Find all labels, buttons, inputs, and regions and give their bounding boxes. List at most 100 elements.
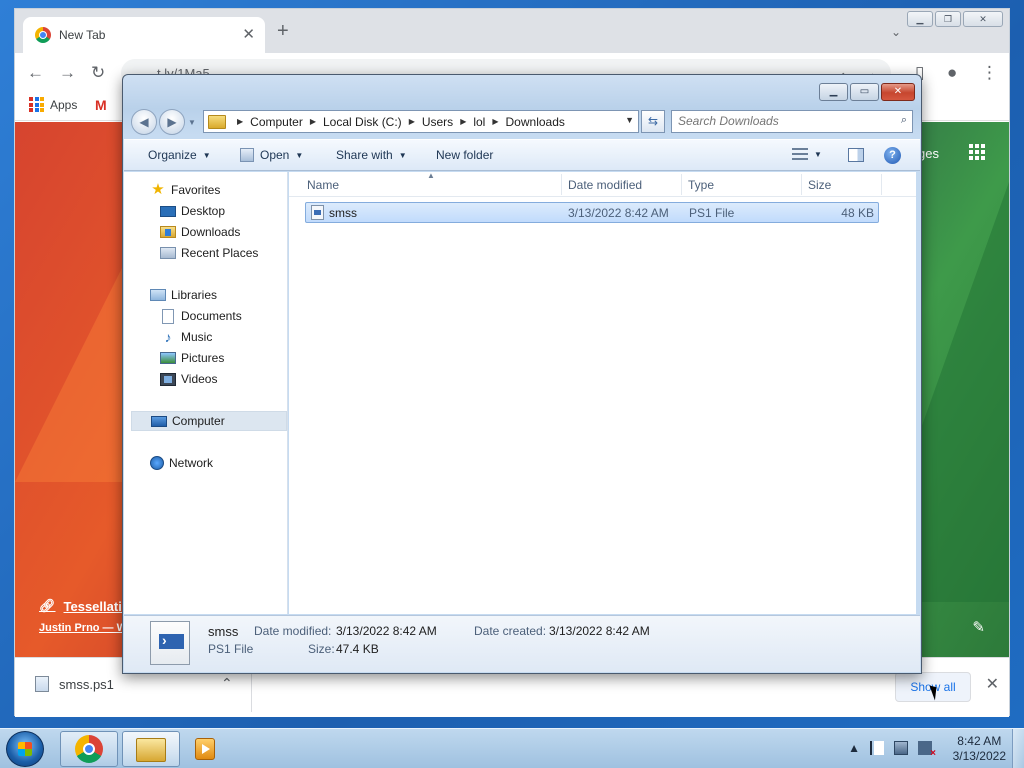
- nav-libraries[interactable]: Libraries: [124, 285, 288, 305]
- breadcrumb-computer[interactable]: Computer: [250, 115, 303, 129]
- close-button[interactable]: ✕: [881, 83, 915, 101]
- file-type: PS1 File: [689, 206, 735, 220]
- profile-avatar-icon[interactable]: ●: [947, 63, 957, 83]
- nav-videos[interactable]: Videos: [124, 369, 288, 389]
- pictures-icon: [160, 352, 176, 364]
- share-with-button[interactable]: Share with ▼: [336, 148, 407, 162]
- breadcrumb-separator-icon[interactable]: ▶: [310, 117, 316, 126]
- nav-pictures[interactable]: Pictures: [124, 348, 288, 368]
- search-input[interactable]: [678, 114, 878, 128]
- show-hidden-icons-chevron-icon[interactable]: ▲: [848, 741, 860, 755]
- menu-kebab-icon[interactable]: ⋮: [981, 63, 998, 83]
- maximize-button[interactable]: ▭: [850, 83, 879, 101]
- tab-title: New Tab: [59, 28, 106, 42]
- nav-recent-places-label: Recent Places: [181, 246, 259, 260]
- nav-network-label: Network: [169, 456, 214, 470]
- details-size-label: Size:: [308, 642, 335, 656]
- address-bar[interactable]: ▶ Computer ▶ Local Disk (C:) ▶ Users ▶ l…: [203, 110, 639, 133]
- libraries-icon: [150, 289, 166, 301]
- minimize-button[interactable]: ▁: [907, 11, 933, 27]
- breadcrumb-users[interactable]: Users: [422, 115, 453, 129]
- google-apps-icon[interactable]: [969, 144, 985, 160]
- open-button[interactable]: Open ▼: [240, 148, 303, 162]
- nav-favorites[interactable]: ★ Favorites: [124, 180, 288, 200]
- link-icon: 🔗︎: [39, 598, 56, 613]
- forward-button[interactable]: ▶: [159, 109, 185, 135]
- organize-button[interactable]: Organize ▼: [148, 148, 211, 162]
- tab-new-tab[interactable]: New Tab ✕: [23, 17, 265, 53]
- nav-desktop[interactable]: Desktop: [124, 201, 288, 221]
- star-icon: ★: [151, 181, 165, 198]
- nav-music[interactable]: ♪ Music: [124, 327, 288, 347]
- clock-time: 8:42 AM: [957, 734, 1002, 748]
- nav-network[interactable]: Network: [124, 453, 288, 473]
- back-button[interactable]: ◀: [131, 109, 157, 135]
- reload-icon[interactable]: ↻: [91, 63, 105, 83]
- taskbar-explorer-button[interactable]: [122, 731, 180, 767]
- recent-places-icon: [160, 247, 176, 259]
- nav-downloads[interactable]: Downloads: [124, 222, 288, 242]
- column-size[interactable]: Size: [808, 178, 831, 192]
- history-chevron-icon[interactable]: ▼: [188, 118, 196, 127]
- refresh-button[interactable]: ⇆: [641, 110, 665, 133]
- column-type[interactable]: Type: [688, 178, 714, 192]
- chevron-up-icon[interactable]: ⌃: [221, 675, 233, 692]
- breadcrumb-lol[interactable]: lol: [473, 115, 485, 129]
- nav-computer[interactable]: Computer: [131, 411, 287, 431]
- breadcrumb-separator-icon[interactable]: ▶: [409, 117, 415, 126]
- tab-close-icon[interactable]: ✕: [242, 25, 255, 43]
- tab-search-chevron-icon[interactable]: ⌄: [891, 25, 901, 39]
- column-name[interactable]: Name: [307, 178, 339, 192]
- taskbar-chrome-button[interactable]: [60, 731, 118, 767]
- column-date-modified[interactable]: Date modified: [568, 178, 642, 192]
- change-view-button[interactable]: ▼: [792, 148, 822, 160]
- nav-documents[interactable]: Documents: [124, 306, 288, 326]
- apps-grid-icon: [29, 97, 44, 112]
- restore-button[interactable]: ❐: [935, 11, 961, 27]
- nav-computer-label: Computer: [172, 414, 225, 428]
- sort-ascending-icon: ▲: [427, 171, 435, 180]
- action-center-flag-icon[interactable]: [870, 741, 884, 755]
- start-button[interactable]: [6, 731, 44, 767]
- customize-pencil-icon[interactable]: ✎: [972, 618, 985, 636]
- breadcrumb-separator-icon[interactable]: ▶: [460, 117, 466, 126]
- search-box[interactable]: ⌕: [671, 110, 913, 133]
- preview-pane-button[interactable]: [848, 148, 864, 162]
- new-folder-button[interactable]: New folder: [436, 148, 493, 162]
- details-date-created: 3/13/2022 8:42 AM: [549, 624, 650, 638]
- nav-recent-places[interactable]: Recent Places: [124, 243, 288, 263]
- taskbar: ▲ 8:42 AM 3/13/2022: [0, 728, 1024, 768]
- videos-icon: [160, 372, 176, 386]
- powershell-file-icon: [311, 205, 324, 220]
- bookmark-apps[interactable]: Apps: [29, 97, 77, 112]
- breadcrumb-downloads[interactable]: Downloads: [506, 115, 565, 129]
- bookmark-gmail[interactable]: M: [95, 97, 107, 113]
- search-icon[interactable]: ⌕: [901, 114, 907, 127]
- powershell-file-large-icon: [150, 621, 190, 665]
- system-clock[interactable]: 8:42 AM 3/13/2022: [953, 734, 1006, 764]
- taskbar-media-player-button[interactable]: [184, 731, 228, 767]
- address-dropdown-icon[interactable]: ▼: [625, 115, 634, 125]
- minimize-button[interactable]: ▁: [819, 83, 848, 101]
- breadcrumb-local-disk[interactable]: Local Disk (C:): [323, 115, 402, 129]
- file-date-modified: 3/13/2022 8:42 AM: [568, 206, 669, 220]
- navigation-pane: ★ Favorites Desktop Downloads Recent Pla…: [124, 172, 288, 614]
- forward-arrow-icon[interactable]: →: [59, 63, 76, 83]
- show-desktop-button[interactable]: [1012, 729, 1024, 768]
- bookmark-apps-label: Apps: [50, 97, 78, 112]
- details-file-type: PS1 File: [208, 642, 254, 656]
- chevron-down-icon: ▼: [295, 150, 304, 160]
- breadcrumb-separator-icon[interactable]: ▶: [492, 117, 498, 126]
- breadcrumb-separator-icon[interactable]: ▶: [237, 117, 243, 126]
- download-item[interactable]: smss.ps1: [35, 676, 114, 692]
- close-button[interactable]: ✕: [963, 11, 1003, 27]
- close-icon[interactable]: ✕: [986, 674, 999, 694]
- nav-favorites-label: Favorites: [171, 183, 221, 197]
- help-button[interactable]: ?: [884, 147, 901, 164]
- new-tab-button[interactable]: +: [277, 21, 289, 41]
- network-status-icon[interactable]: [894, 741, 908, 755]
- preview-pane-icon: [848, 148, 864, 162]
- back-arrow-icon[interactable]: ←: [27, 63, 44, 83]
- volume-muted-icon[interactable]: [918, 741, 936, 759]
- file-row-smss[interactable]: smss 3/13/2022 8:42 AM PS1 File 48 KB: [305, 202, 879, 223]
